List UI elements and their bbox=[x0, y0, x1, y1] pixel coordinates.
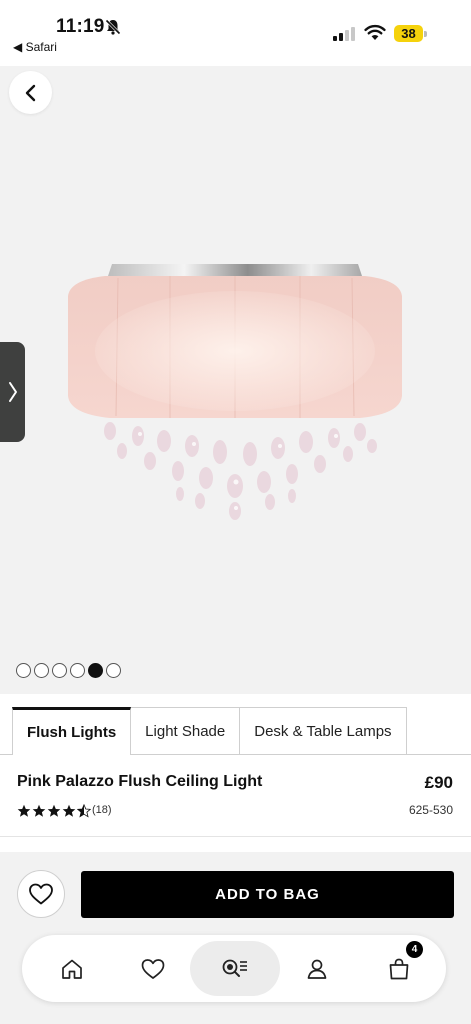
bottom-navigation bbox=[22, 935, 446, 1002]
nav-visual-search[interactable] bbox=[190, 935, 280, 1002]
wifi-icon bbox=[364, 24, 386, 40]
pagination-dot[interactable] bbox=[106, 663, 121, 678]
tab-light-shade[interactable]: Light Shade bbox=[131, 707, 241, 755]
nav-bag[interactable] bbox=[359, 935, 439, 1002]
image-pagination-dots[interactable] bbox=[16, 663, 121, 678]
product-image-gallery[interactable] bbox=[0, 66, 471, 694]
star-icon bbox=[32, 804, 46, 817]
nav-account[interactable] bbox=[277, 935, 357, 1002]
pagination-dot[interactable] bbox=[34, 663, 49, 678]
muted-bell-icon bbox=[105, 19, 121, 35]
pagination-dot[interactable] bbox=[52, 663, 67, 678]
tab-flush-lights[interactable]: Flush Lights bbox=[12, 707, 132, 755]
status-bar: 11:19 ◀ Safari 38 bbox=[0, 0, 471, 66]
pagination-dot[interactable] bbox=[88, 663, 103, 678]
visual-search-icon bbox=[222, 959, 247, 977]
chevron-right-icon bbox=[8, 382, 17, 402]
side-drawer-tab[interactable] bbox=[0, 342, 25, 442]
account-icon bbox=[307, 959, 327, 979]
star-icon bbox=[47, 804, 61, 817]
bag-count-badge: 4 bbox=[406, 941, 423, 958]
review-count[interactable]: (18) bbox=[92, 804, 112, 816]
product-title: Pink Palazzo Flush Ceiling Light bbox=[17, 773, 263, 790]
star-icon bbox=[17, 804, 31, 817]
status-time: 11:19 bbox=[56, 16, 105, 37]
battery-cap bbox=[424, 31, 427, 37]
home-icon bbox=[62, 959, 82, 979]
star-icon bbox=[77, 804, 91, 818]
tab-desk-table-lamps[interactable]: Desk & Table Lamps bbox=[240, 707, 407, 755]
add-to-bag-button[interactable]: ADD TO BAG bbox=[81, 871, 454, 918]
product-image bbox=[68, 264, 402, 520]
product-price: £90 bbox=[424, 773, 453, 792]
back-button[interactable] bbox=[9, 71, 52, 114]
star-icon bbox=[62, 804, 76, 817]
heart-icon bbox=[141, 958, 165, 979]
back-to-safari[interactable]: ◀ Safari bbox=[13, 40, 57, 54]
bag-icon bbox=[389, 958, 409, 979]
section-divider bbox=[0, 836, 471, 837]
chevron-left-icon bbox=[25, 84, 35, 101]
heart-icon bbox=[29, 883, 53, 905]
add-to-wishlist-button[interactable] bbox=[17, 870, 65, 918]
nav-favourites[interactable] bbox=[113, 935, 193, 1002]
cellular-signal-icon bbox=[333, 27, 355, 41]
battery-indicator: 38 bbox=[394, 25, 428, 43]
battery-level: 38 bbox=[401, 26, 416, 41]
product-sku: 625-530 bbox=[408, 803, 453, 817]
category-tabs: Flush Lights Light Shade Desk & Table La… bbox=[12, 707, 407, 755]
pagination-dot[interactable] bbox=[16, 663, 31, 678]
rating-stars[interactable] bbox=[17, 804, 91, 818]
nav-home[interactable] bbox=[32, 935, 112, 1002]
pagination-dot[interactable] bbox=[70, 663, 85, 678]
